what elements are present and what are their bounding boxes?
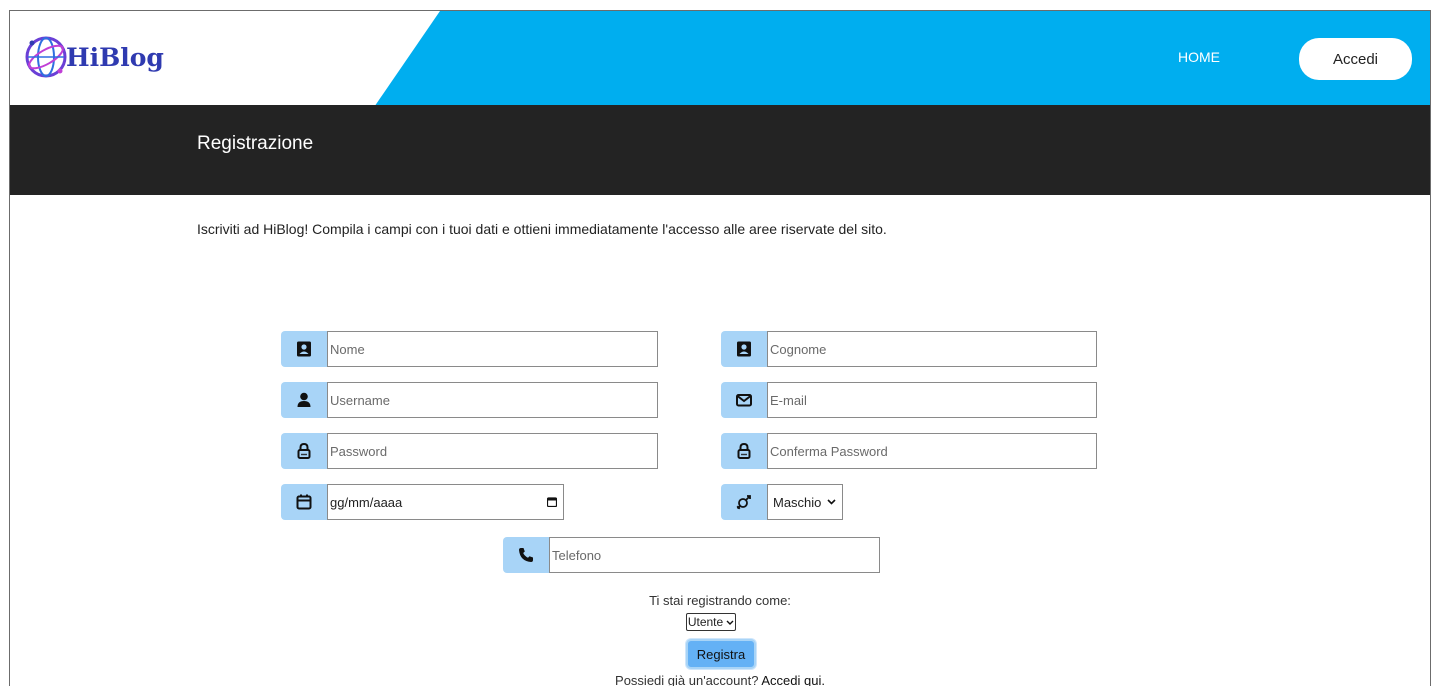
- calendar-picker-icon[interactable]: [547, 497, 557, 507]
- username-field-group: [281, 382, 658, 418]
- role-selected-value: Utente: [687, 615, 724, 629]
- telefono-field-group: [503, 537, 880, 573]
- password-input[interactable]: [327, 433, 658, 469]
- telefono-input[interactable]: [549, 537, 880, 573]
- title-band: Registrazione: [10, 105, 1430, 195]
- password-field-group: [281, 433, 658, 469]
- role-select[interactable]: Utente: [686, 613, 736, 631]
- nav-home-link[interactable]: HOME: [1178, 49, 1220, 65]
- login-button[interactable]: Accedi: [1299, 38, 1412, 80]
- nome-field-group: [281, 331, 658, 367]
- envelope-icon: [721, 382, 767, 418]
- email-field-group: [721, 382, 1097, 418]
- contact-card-icon: [281, 331, 327, 367]
- birthdate-input[interactable]: gg/mm/aaaa: [327, 484, 564, 520]
- lock-icon: [281, 433, 327, 469]
- gender-select[interactable]: Maschio: [767, 484, 844, 520]
- username-input[interactable]: [327, 382, 658, 418]
- page-title: Registrazione: [197, 133, 314, 154]
- intro-text: Iscriviti ad HiBlog! Compila i campi con…: [197, 221, 887, 237]
- gender-selected-value: Maschio: [773, 494, 822, 510]
- chevron-down-icon: [827, 499, 836, 505]
- site-header: HiBlog HOME Accedi: [10, 11, 1430, 105]
- nome-input[interactable]: [327, 331, 658, 367]
- register-as-label: Ti stai registrando come:: [649, 593, 791, 608]
- gender-field-group: Maschio: [721, 484, 844, 520]
- gender-icon: [721, 484, 767, 520]
- login-here-link[interactable]: Accedi qui.: [761, 673, 825, 686]
- cognome-field-group: [721, 331, 1097, 367]
- email-input[interactable]: [767, 382, 1097, 418]
- lock-icon: [721, 433, 767, 469]
- birthdate-value: gg/mm/aaaa: [330, 494, 403, 510]
- cognome-input[interactable]: [767, 331, 1097, 367]
- confirm-password-input[interactable]: [767, 433, 1097, 469]
- calendar-icon: [281, 484, 327, 520]
- have-account-label: Possiedi già un'account?: [615, 673, 759, 686]
- phone-icon: [503, 537, 549, 573]
- confirm-password-field-group: [721, 433, 1097, 469]
- site-logo[interactable]: HiBlog: [22, 29, 182, 85]
- register-button[interactable]: Registra: [686, 639, 756, 669]
- user-icon: [281, 382, 327, 418]
- chevron-down-icon: [726, 620, 734, 625]
- logo-text: HiBlog: [66, 42, 164, 72]
- birthdate-field-group: gg/mm/aaaa: [281, 484, 564, 520]
- page-frame: HiBlog HOME Accedi Registrazione Iscrivi…: [9, 10, 1431, 686]
- contact-card-icon: [721, 331, 767, 367]
- have-account-text: Possiedi già un'account? Accedi qui.: [10, 673, 1430, 686]
